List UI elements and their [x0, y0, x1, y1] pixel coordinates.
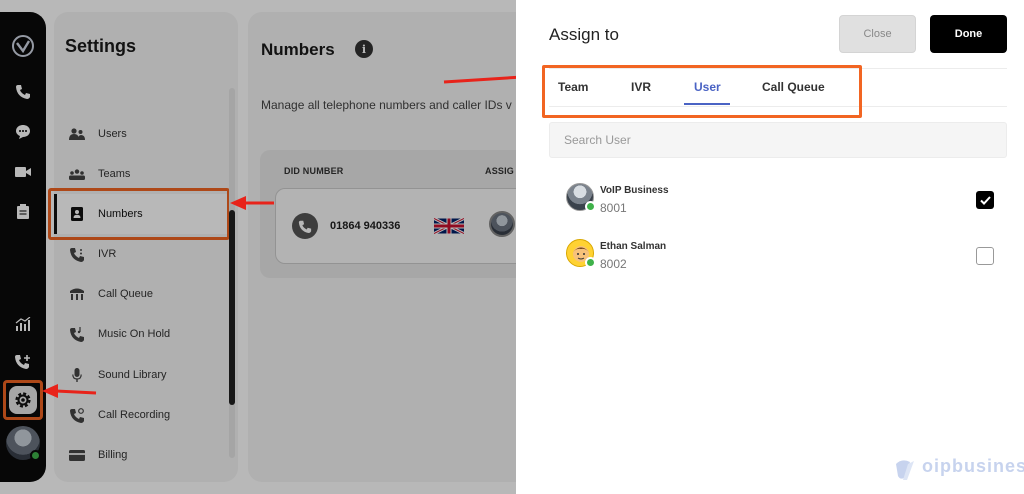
- user-extension: 8002: [600, 257, 627, 271]
- tabs-highlight: [542, 65, 862, 118]
- user-checkbox-checked[interactable]: [976, 191, 994, 209]
- watermark-text: oipbusiness: [922, 456, 1024, 476]
- arrow-to-settings-icon: [42, 384, 97, 398]
- arrow-to-numbers-icon: [230, 196, 274, 210]
- user-name: VoIP Business: [600, 185, 669, 196]
- online-status-dot: [585, 201, 596, 212]
- user-checkbox[interactable]: [976, 247, 994, 265]
- close-button[interactable]: Close: [839, 15, 916, 53]
- search-user-input[interactable]: [549, 122, 1007, 158]
- user-extension: 8001: [600, 201, 627, 215]
- online-status-dot: [585, 257, 596, 268]
- modal-backdrop[interactable]: [0, 0, 516, 494]
- checkmark-icon: [979, 195, 991, 205]
- user-name: Ethan Salman: [600, 241, 667, 252]
- done-button[interactable]: Done: [930, 15, 1007, 53]
- voipbusiness-logo-icon: [896, 460, 914, 480]
- assign-title: Assign to: [549, 25, 619, 44]
